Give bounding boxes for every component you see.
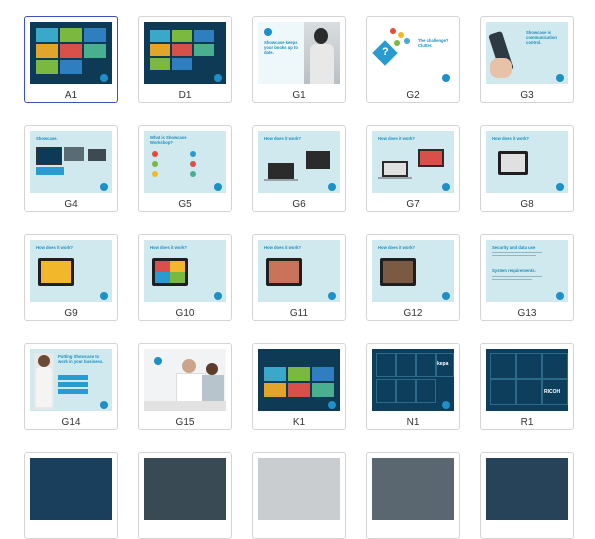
slide-tile-g15[interactable]: G15 [138,343,232,430]
slide-thumbnail [144,22,226,84]
slide-tile-g10[interactable]: How does it work? G10 [138,234,232,321]
partner-logo: RICOH [544,389,561,395]
slide-tile-g2[interactable]: ? The challenge? Clutter. G2 [366,16,460,103]
slide-label: G11 [289,308,309,319]
slide-thumbnail: Showcase keeps your books up to date. [258,22,340,84]
slide-tile[interactable] [252,452,346,539]
slide-label: G8 [520,199,534,210]
slide-tile-g7[interactable]: How does it work? G7 [366,125,460,212]
slide-thumbnail: kepa [372,349,454,411]
slide-tile-n1[interactable]: kepa N1 [366,343,460,430]
slide-thumbnail: How does it work? [372,240,454,302]
slide-thumbnail [258,458,340,520]
slide-thumbnail [30,22,112,84]
slide-label: K1 [292,417,306,428]
slide-title: How does it work? [264,245,301,250]
slide-tile-g13[interactable]: Security and data use System requirement… [480,234,574,321]
slide-title: Showcase is communication control. [526,30,557,45]
slide-tile-g3[interactable]: Showcase is communication control. G3 [480,16,574,103]
slide-label: A1 [64,90,78,101]
slide-label: G9 [64,308,78,319]
slide-thumbnail [258,349,340,411]
slide-tile-a1[interactable]: A1 [24,16,118,103]
slide-label: G5 [178,199,192,210]
slide-thumbnail: ? The challenge? Clutter. [372,22,454,84]
slide-tile-g11[interactable]: How does it work? G11 [252,234,346,321]
slide-tile-r1[interactable]: RICOH R1 [480,343,574,430]
slide-title: How does it work? [378,136,415,141]
slide-thumbnail: How does it work? [372,131,454,193]
slide-tile-k1[interactable]: K1 [252,343,346,430]
slide-grid: A1 D1 Showcase keeps your books up to da… [0,0,595,539]
slide-thumbnail: Security and data use System requirement… [486,240,568,302]
slide-tile-g9[interactable]: How does it work? G9 [24,234,118,321]
slide-title: How does it work? [492,136,529,141]
slide-label: G1 [292,90,306,101]
slide-thumbnail [486,458,568,520]
slide-tile[interactable] [138,452,232,539]
slide-label: R1 [520,417,534,428]
slide-label: G10 [175,308,195,319]
slide-label: D1 [178,90,192,101]
slide-tile-d1[interactable]: D1 [138,16,232,103]
slide-tile-g6[interactable]: How does it work? G6 [252,125,346,212]
slide-subtitle: System requirements. [492,268,536,273]
slide-label: G15 [175,417,195,428]
slide-tile[interactable] [366,452,460,539]
slide-label: G2 [406,90,420,101]
slide-title: What is Showcase Workshop? [150,135,187,145]
slide-tile[interactable] [480,452,574,539]
slide-title: Security and data use [492,245,536,250]
slide-thumbnail: RICOH [486,349,568,411]
slide-label: G12 [403,308,423,319]
slide-tile-g8[interactable]: How does it work? G8 [480,125,574,212]
slide-tile-g5[interactable]: What is Showcase Workshop? G5 [138,125,232,212]
slide-thumbnail: What is Showcase Workshop? [144,131,226,193]
partner-logo: kepa [437,361,449,367]
slide-label: G7 [406,199,420,210]
slide-tile-g12[interactable]: How does it work? G12 [366,234,460,321]
slide-thumbnail: Showcase is communication control. [486,22,568,84]
slide-tile-g4[interactable]: Showcase. G4 [24,125,118,212]
slide-title: How does it work? [150,245,187,250]
slide-thumbnail: Putting Showcase to work in your busines… [30,349,112,411]
slide-thumbnail: How does it work? [258,240,340,302]
slide-title: The challenge? Clutter. [418,38,449,48]
slide-thumbnail [144,458,226,520]
slide-thumbnail: Showcase. [30,131,112,193]
slide-label: G6 [292,199,306,210]
slide-label: G14 [61,417,81,428]
slide-title: Putting Showcase to work in your busines… [58,354,104,364]
slide-thumbnail: How does it work? [30,240,112,302]
slide-thumbnail: How does it work? [258,131,340,193]
slide-tile-g1[interactable]: Showcase keeps your books up to date. G1 [252,16,346,103]
slide-tile-g14[interactable]: Putting Showcase to work in your busines… [24,343,118,430]
slide-thumbnail: How does it work? [486,131,568,193]
slide-title: How does it work? [264,136,301,141]
slide-thumbnail: How does it work? [144,240,226,302]
slide-thumbnail [30,458,112,520]
slide-title: Showcase keeps your books up to date. [264,40,298,55]
slide-tile[interactable] [24,452,118,539]
slide-label: G13 [517,308,537,319]
slide-title: How does it work? [36,245,73,250]
slide-label: G4 [64,199,78,210]
slide-title: How does it work? [378,245,415,250]
slide-title: Showcase. [36,136,58,141]
slide-label: N1 [406,417,420,428]
slide-thumbnail [144,349,226,411]
slide-label: G3 [520,90,534,101]
slide-thumbnail [372,458,454,520]
